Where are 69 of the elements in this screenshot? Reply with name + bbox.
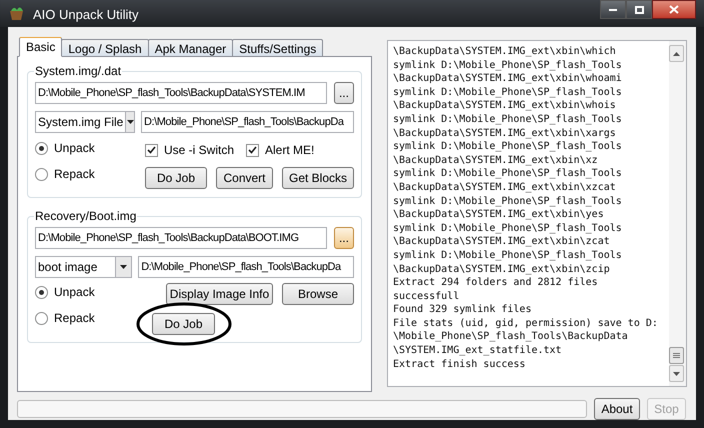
type-dropdown[interactable]: System.img File xyxy=(35,111,135,133)
browse-button[interactable]: ... xyxy=(334,227,354,249)
log-line: symlink D:\Mobile_Phone\SP_flash_Tools xyxy=(393,86,623,100)
log-line: Found 329 symlink files xyxy=(393,303,532,317)
checkbox-label: Use -i Switch xyxy=(164,142,234,159)
log-line: \BackupData\SYSTEM.IMG_ext\xbin\xz xyxy=(393,154,599,168)
log-line: symlink D:\Mobile_Phone\SP_flash_Tools xyxy=(393,194,623,208)
log-line: symlink D:\Mobile_Phone\SP_flash_Tools xyxy=(393,58,623,72)
radio-label: Unpack xyxy=(54,284,95,301)
log-line: symlink D:\Mobile_Phone\SP_flash_Tools xyxy=(393,140,623,154)
scroll-up-icon[interactable] xyxy=(669,45,684,62)
log-line: \BackupData\SYSTEM.IMG_ext\xbin\whois xyxy=(393,99,617,113)
log-line: \BackupData\SYSTEM.IMG_ext\xbin\which xyxy=(393,45,617,59)
radio-label: Unpack xyxy=(54,140,95,157)
window-title: AIO Unpack Utility xyxy=(33,6,138,24)
log-line: symlink D:\Mobile_Phone\SP_flash_Tools xyxy=(393,222,623,236)
radio-label: Repack xyxy=(54,310,95,327)
radio-button[interactable] xyxy=(35,142,48,154)
checkbox-label: Alert ME! xyxy=(265,142,314,159)
log-line: symlink D:\Mobile_Phone\SP_flash_Tools xyxy=(393,248,623,262)
radio-button[interactable] xyxy=(35,286,48,298)
image-path-field[interactable]: D:\Mobile_Phone\SP_flash_Tools\BackupData\BOOT.IMG xyxy=(35,227,327,249)
dropdown-caret-icon xyxy=(115,257,132,277)
dropdown-caret-icon xyxy=(125,112,134,132)
action-button[interactable]: Browse xyxy=(282,283,354,305)
group-title: System.img/.dat xyxy=(34,64,122,78)
log-line: \BackupData\SYSTEM.IMG_ext\xbin\xzcat xyxy=(393,180,617,195)
action-button[interactable]: Do Job xyxy=(145,167,207,189)
radio-button[interactable] xyxy=(35,168,48,180)
action-button[interactable]: Convert xyxy=(216,167,273,189)
minimize-button[interactable] xyxy=(600,0,626,19)
app-icon xyxy=(8,6,25,20)
log-line: Extract 294 folders and 2812 files xyxy=(393,276,599,290)
do-job-button[interactable]: Do Job xyxy=(152,313,215,335)
footer-button[interactable]: About xyxy=(594,398,640,420)
log-line: \BackupData\SYSTEM.IMG_ext\xbin\whoami xyxy=(393,72,623,86)
log-line: File stats (uid, gid, permission) save to D: xyxy=(393,316,659,330)
checkbox[interactable] xyxy=(145,144,158,156)
close-button[interactable] xyxy=(652,0,696,19)
action-button[interactable]: Get Blocks xyxy=(282,167,354,189)
tab[interactable]: Apk Manager xyxy=(148,39,234,57)
tab[interactable]: Basic xyxy=(19,37,62,57)
scroll-thumb[interactable] xyxy=(669,347,684,364)
action-button[interactable]: Display Image Info xyxy=(166,283,273,305)
group-title: Recovery/Boot.img xyxy=(34,209,138,223)
log-line: \BackupData\SYSTEM.IMG_ext\xbin\yes xyxy=(393,208,605,222)
log-line: symlink D:\Mobile_Phone\SP_flash_Tools xyxy=(393,112,623,127)
output-path-field[interactable]: D:\Mobile_Phone\SP_flash_Tools\BackupDa xyxy=(138,256,354,278)
scroll-down-icon[interactable] xyxy=(669,365,684,382)
log-line: symlink D:\Mobile_Phone\SP_flash_Tools xyxy=(393,167,623,181)
log-line: \Mobile_Phone\SP_flash_Tools\BackupData xyxy=(393,330,629,344)
output-path-field[interactable]: D:\Mobile_Phone\SP_flash_Tools\BackupDa xyxy=(141,111,354,133)
radio-button[interactable] xyxy=(35,312,48,324)
log-line: Extract finish success xyxy=(393,358,526,372)
log-line: \BackupData\SYSTEM.IMG_ext\xbin\zcat xyxy=(393,235,611,249)
log-line: \BackupData\SYSTEM.IMG_ext\xbin\xargs xyxy=(393,126,617,140)
close-icon xyxy=(669,5,679,14)
tab[interactable]: Stuffs/Settings xyxy=(232,39,324,57)
type-dropdown[interactable]: boot image xyxy=(35,256,132,278)
image-path-field[interactable]: D:\Mobile_Phone\SP_flash_Tools\BackupData\SYSTEM.IM xyxy=(35,82,327,104)
checkbox[interactable] xyxy=(246,144,260,156)
browse-button[interactable]: ... xyxy=(334,82,354,104)
tab[interactable]: Logo / Splash xyxy=(61,39,149,57)
log-line: successfull xyxy=(393,290,460,304)
log-line: \SYSTEM.IMG_ext_statfile.txt xyxy=(393,344,563,358)
maximize-button[interactable] xyxy=(626,0,652,19)
radio-label: Repack xyxy=(54,166,95,183)
scrollbar[interactable] xyxy=(669,41,686,386)
log-line: \BackupData\SYSTEM.IMG_ext\xbin\zcip xyxy=(393,262,611,276)
